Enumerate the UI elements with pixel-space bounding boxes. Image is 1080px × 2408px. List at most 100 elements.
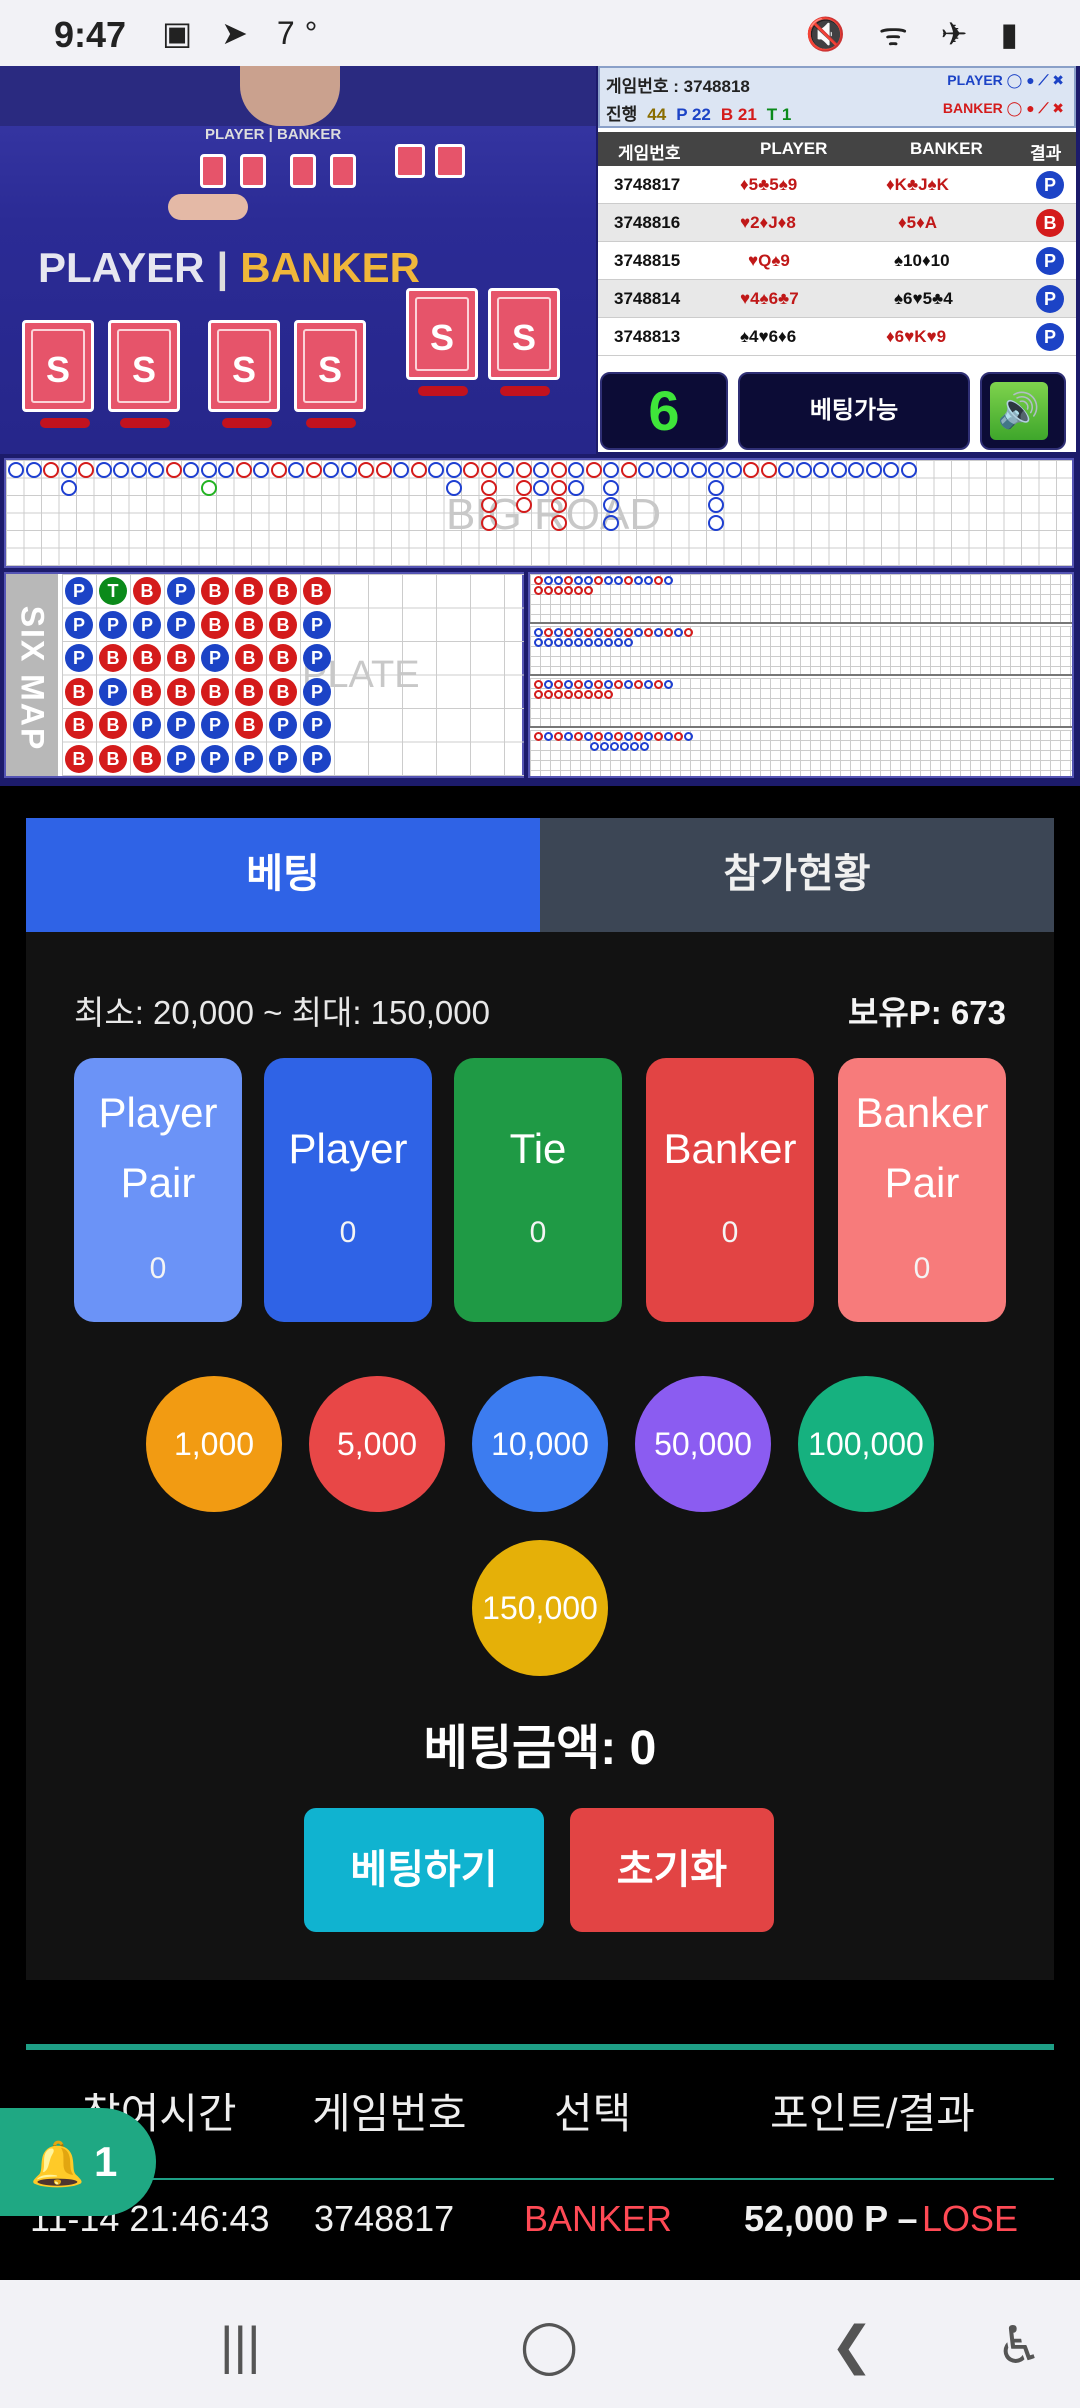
road-mark: [393, 462, 409, 478]
six-map-mark: P: [167, 610, 195, 639]
chip-5000[interactable]: 5,000: [309, 1376, 445, 1512]
derived-road-mark: [620, 742, 629, 751]
row-result-badge: P: [1036, 247, 1064, 275]
chip-10000[interactable]: 10,000: [472, 1376, 608, 1512]
derived-road-mark: [604, 680, 613, 689]
six-map-mark: P: [167, 744, 195, 773]
bet-label: Player: [98, 1089, 218, 1136]
six-map-label: SIX MAP: [14, 605, 51, 752]
road-mark: [8, 462, 24, 478]
derived-road-mark: [564, 732, 573, 741]
tab-betting[interactable]: 베팅: [26, 818, 540, 932]
derived-road-mark: [534, 732, 543, 741]
derived-road-mark: [640, 742, 649, 751]
road-mark: [200, 479, 217, 496]
row-result-badge: P: [1036, 171, 1064, 199]
row-player-cards: ♦5♣5♠9: [740, 175, 798, 194]
road-mark: [270, 462, 287, 478]
six-map-mark: P: [167, 577, 195, 605]
home-icon[interactable]: ◯: [520, 2316, 578, 2376]
banker-button[interactable]: Banker 0: [646, 1058, 814, 1322]
road-mark: [708, 514, 724, 531]
history-table-header: 게임번호 PLAYER BANKER 결과: [598, 132, 1076, 166]
game-number: 게임번호 : 3748818: [606, 77, 750, 96]
derived-road-mark: [664, 576, 673, 585]
derived-road-mark: [600, 742, 609, 751]
chip-1000[interactable]: 1,000: [146, 1376, 282, 1512]
card-slot: [306, 418, 356, 428]
derived-road-mark: [624, 680, 633, 689]
reset-button[interactable]: 초기화: [570, 1808, 774, 1932]
recents-icon[interactable]: |||: [220, 2316, 261, 2376]
six-map-mark: B: [133, 677, 161, 706]
six-map-mark: P: [99, 677, 127, 706]
derived-road-mark: [674, 732, 683, 741]
row-game-id: 3748813: [614, 327, 681, 346]
six-map-mark: B: [269, 610, 297, 639]
road-mark: [830, 462, 847, 478]
history-choice: BANKER: [524, 2198, 673, 2239]
chip-100000[interactable]: 100,000: [798, 1376, 934, 1512]
chip-150000[interactable]: 150,000: [472, 1540, 608, 1676]
legend-player: PLAYER ◯ ● ⟋ ✖: [947, 72, 1064, 88]
derived-road-mark: [604, 690, 613, 699]
road-mark: [43, 462, 59, 478]
road-mark: [760, 462, 777, 478]
six-map-mark: P: [167, 711, 195, 739]
six-map-mark: B: [235, 610, 263, 639]
bet-label: Tie: [509, 1125, 567, 1172]
derived-road-mark: [634, 732, 643, 741]
derived-road-mark: [594, 638, 603, 647]
derived-road-mark: [584, 690, 593, 699]
history-divider: [26, 2044, 1054, 2050]
row-banker-cards: ♦5♦A: [898, 213, 938, 232]
road-mark: [708, 497, 724, 513]
chip-50000[interactable]: 50,000: [635, 1376, 771, 1512]
row-game-id: 3748817: [614, 175, 681, 194]
row-result-badge: P: [1036, 285, 1064, 313]
road-mark: [848, 462, 864, 478]
bet-total: 베팅금액: 0: [423, 1722, 657, 1775]
player-pair-button[interactable]: Player Pair 0: [74, 1058, 242, 1322]
sound-box[interactable]: 🔊: [980, 372, 1066, 450]
road-mark: [655, 462, 672, 478]
speaker-icon[interactable]: 🔊: [990, 382, 1048, 440]
six-map-mark: B: [99, 744, 127, 773]
bet-panel: 베팅 참가현황 최소: 20,000 ~ 최대: 150,000 보유P: 67…: [26, 818, 1054, 1980]
six-map-mark: P: [269, 711, 297, 739]
derived-road-mark: [630, 742, 639, 751]
player-button[interactable]: Player 0: [264, 1058, 432, 1322]
history-row: 3748813 ♠4♥6♦6 ♦6♥K♥9 P: [598, 318, 1076, 356]
derived-road-mark: [554, 732, 563, 741]
progress-banker: B 21: [720, 105, 757, 124]
banker-pair-button[interactable]: Banker Pair 0: [838, 1058, 1006, 1322]
col-game-number: 게임번호: [618, 144, 681, 163]
derived-road-mark: [574, 576, 583, 585]
derived-road-mark: [644, 576, 653, 585]
accessibility-icon[interactable]: ♿: [996, 2316, 1043, 2376]
derived-road-mark: [574, 628, 583, 637]
derived-road-mark: [544, 638, 553, 647]
road-mark: [743, 462, 759, 478]
derived-road-mark: [544, 680, 553, 689]
row-player-cards: ♠4♥6♦6: [740, 327, 797, 346]
road-mark: [323, 462, 339, 478]
derived-road-mark: [664, 680, 673, 689]
video-player-label: PLAYER: [38, 244, 205, 291]
tie-button[interactable]: Tie 0: [454, 1058, 622, 1322]
derived-road-mark: [654, 628, 663, 637]
derived-road-mark: [584, 638, 593, 647]
road-mark: [620, 462, 637, 478]
back-icon[interactable]: ❮: [830, 2316, 874, 2376]
derived-road-mark: [564, 576, 573, 585]
notification-badge[interactable]: 🔔 1: [0, 2108, 156, 2216]
place-bet-button[interactable]: 베팅하기: [304, 1808, 544, 1932]
derived-road-mark: [544, 576, 553, 585]
row-banker-cards: ♦6♥K♥9: [886, 327, 947, 346]
tab-participation[interactable]: 참가현황: [540, 818, 1054, 932]
bet-amount: 0: [721, 1216, 739, 1249]
derived-road-mark: [594, 732, 603, 741]
road-mark: [865, 462, 882, 478]
road-mark: [603, 514, 619, 531]
progress-tie: T 1: [766, 105, 792, 124]
